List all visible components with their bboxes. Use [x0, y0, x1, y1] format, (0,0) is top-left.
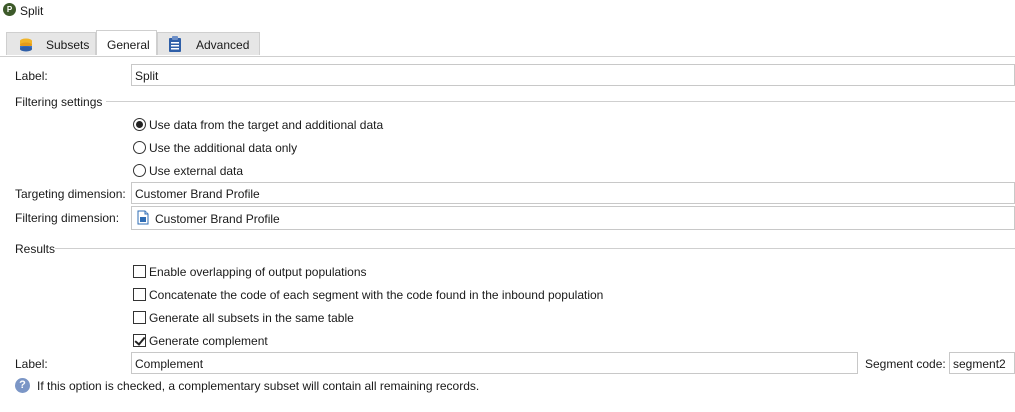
tab-general[interactable]: General: [96, 30, 157, 55]
checkbox-concatenate-code-label[interactable]: Concatenate the code of each segment wit…: [149, 288, 603, 302]
complement-label-caption: Label:: [15, 357, 48, 371]
checkbox-generate-complement-label[interactable]: Generate complement: [149, 334, 268, 348]
schema-document-icon: [137, 210, 149, 225]
checkbox-enable-overlapping-label[interactable]: Enable overlapping of output populations: [149, 265, 367, 279]
checkbox-generate-complement[interactable]: [133, 334, 146, 347]
tab-subsets-label: Subsets: [46, 38, 90, 52]
complement-label-input[interactable]: Complement: [131, 352, 858, 374]
section-divider: [106, 101, 1015, 102]
clipboard-icon: [169, 36, 181, 52]
window-title: Split: [20, 4, 44, 18]
checkbox-concatenate-code[interactable]: [133, 288, 146, 301]
radio-external-data[interactable]: [133, 164, 146, 177]
checkbox-enable-overlapping[interactable]: [133, 265, 146, 278]
targeting-dimension-value: Customer Brand Profile: [135, 187, 260, 201]
tab-general-label: General: [107, 38, 150, 52]
radio-target-and-additional-label[interactable]: Use data from the target and additional …: [149, 118, 383, 132]
database-icon: [20, 38, 32, 52]
filtering-settings-heading: Filtering settings: [15, 95, 103, 109]
filtering-dimension-caption: Filtering dimension:: [15, 211, 120, 225]
section-divider: [55, 248, 1015, 249]
help-text: If this option is checked, a complementa…: [37, 379, 480, 393]
tab-advanced-label: Advanced: [196, 38, 250, 52]
tab-advanced[interactable]: Advanced: [157, 32, 260, 55]
app-icon: P: [3, 3, 16, 16]
targeting-dimension-caption: Targeting dimension:: [15, 187, 126, 201]
filtering-dimension-field[interactable]: Customer Brand Profile: [131, 206, 1015, 230]
label-input-value: Split: [135, 69, 159, 83]
radio-additional-only-label[interactable]: Use the additional data only: [149, 141, 297, 155]
label-caption: Label:: [15, 69, 48, 83]
radio-target-and-additional[interactable]: [133, 118, 146, 131]
segment-code-input[interactable]: segment2: [949, 352, 1015, 374]
complement-label-value: Complement: [135, 357, 204, 371]
radio-external-data-label[interactable]: Use external data: [149, 164, 243, 178]
checkbox-same-table[interactable]: [133, 311, 146, 324]
segment-code-caption: Segment code:: [865, 357, 946, 371]
tab-subsets[interactable]: Subsets: [6, 32, 96, 55]
window-titlebar: P Split: [0, 0, 1015, 22]
help-icon: ?: [15, 378, 30, 393]
checkbox-same-table-label[interactable]: Generate all subsets in the same table: [149, 311, 354, 325]
label-input[interactable]: Split: [131, 64, 1015, 86]
segment-code-value: segment2: [953, 357, 1006, 371]
results-heading: Results: [15, 242, 56, 256]
filtering-dimension-value: Customer Brand Profile: [155, 212, 280, 226]
radio-additional-only[interactable]: [133, 141, 146, 154]
targeting-dimension-field[interactable]: Customer Brand Profile: [131, 182, 1015, 204]
